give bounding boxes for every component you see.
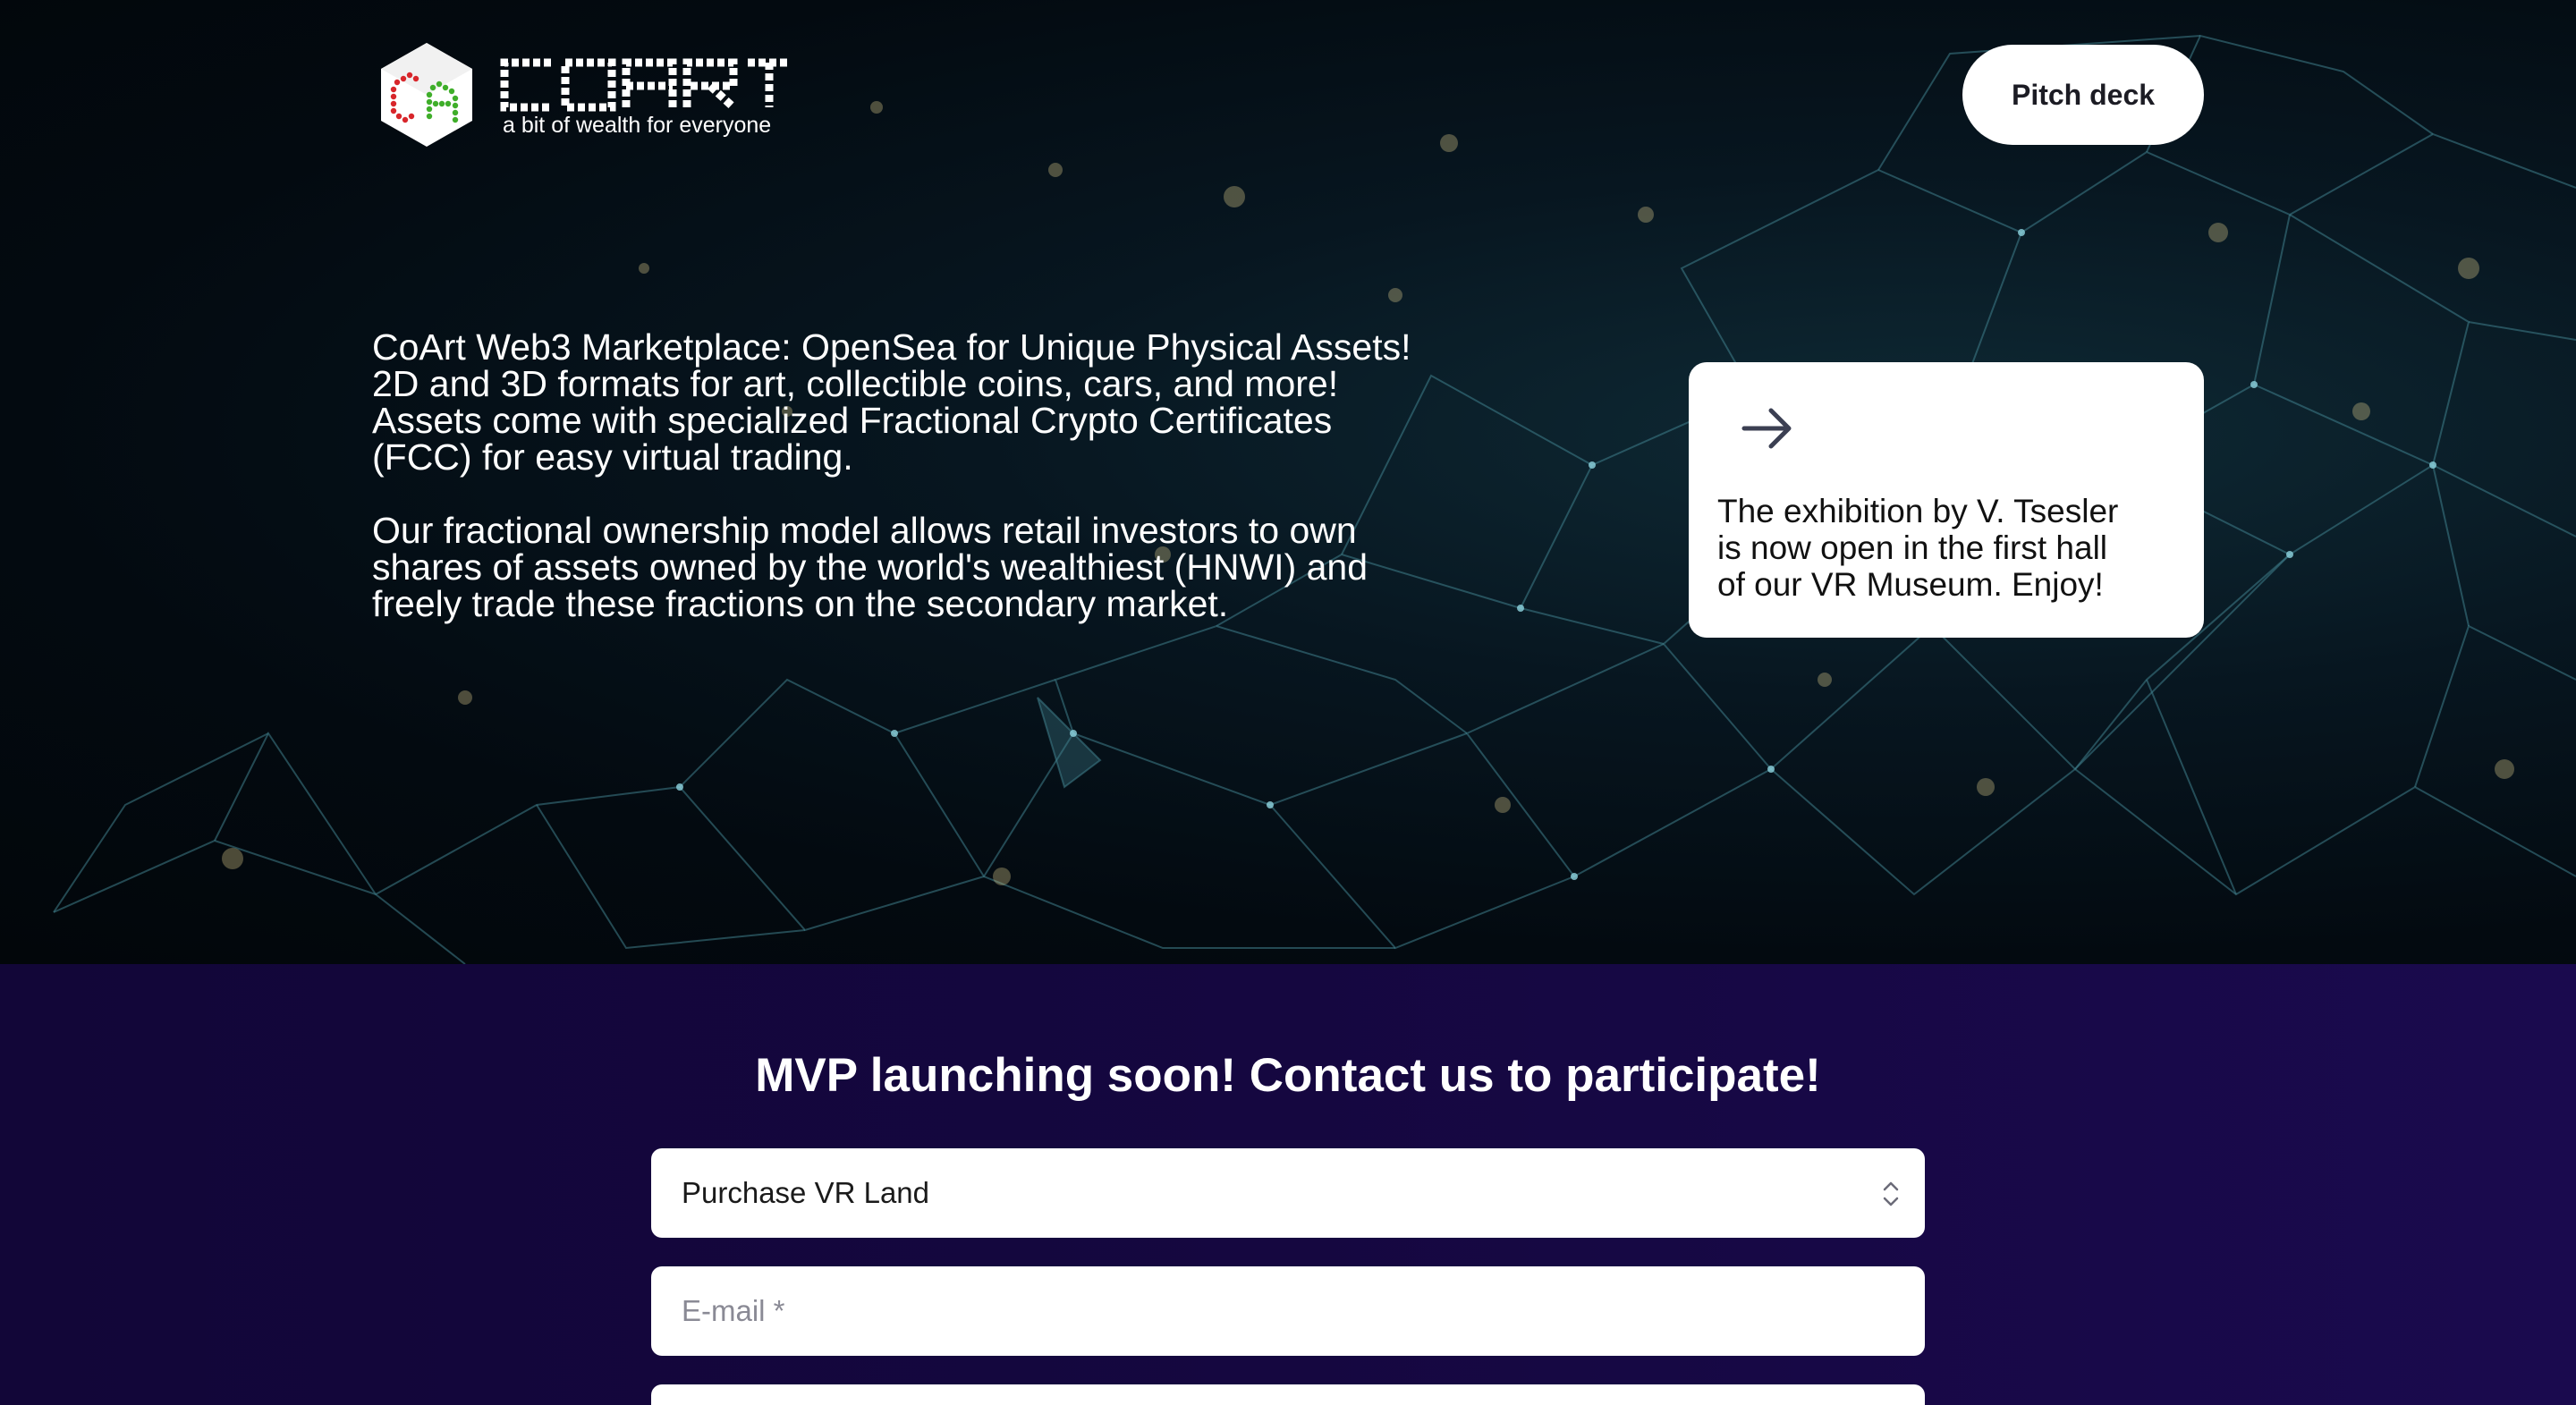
news-line: of our VR Museum. Enjoy! <box>1717 566 2104 603</box>
arrow-right-icon[interactable] <box>1739 400 1796 457</box>
news-line: is now open in the first hall <box>1717 529 2108 566</box>
interest-select-value: Purchase VR Land <box>682 1176 930 1209</box>
hero-paragraph-2: Our fractional ownership model allows re… <box>372 512 1535 622</box>
news-line: The exhibition by V. Tsesler <box>1717 493 2119 529</box>
contact-section: MVP launching soon! Contact us to partic… <box>0 964 2576 1405</box>
pitch-deck-button[interactable]: Pitch deck <box>1962 45 2204 145</box>
hero-section: a bit of wealth for everyone Pitch deck … <box>0 0 2576 964</box>
brand-tagline: a bit of wealth for everyone <box>503 113 772 138</box>
email-input[interactable] <box>651 1266 1925 1356</box>
exhibition-news-card[interactable]: The exhibition by V. Tsesler is now open… <box>1689 362 2204 638</box>
select-updown-icon <box>1883 1181 1899 1206</box>
next-form-field[interactable] <box>651 1384 1925 1405</box>
coart-wordmark <box>500 58 791 112</box>
hero-paragraph-1: CoArt Web3 Marketplace: OpenSea for Uniq… <box>372 329 1535 476</box>
hero-line: CoArt Web3 Marketplace: OpenSea for Uniq… <box>372 326 1411 368</box>
hero-line: (FCC) for easy virtual trading. <box>372 436 853 478</box>
coart-logo[interactable]: a bit of wealth for everyone <box>379 41 800 148</box>
hero-line: freely trade these fractions on the seco… <box>372 583 1229 624</box>
page: a bit of wealth for everyone Pitch deck … <box>0 0 2576 1405</box>
hero-line: 2D and 3D formats for art, collectible c… <box>372 363 1339 404</box>
hero-line: Our fractional ownership model allows re… <box>372 510 1357 551</box>
hero-line: Assets come with specialized Fractional … <box>372 400 1333 441</box>
interest-select[interactable]: Purchase VR Land <box>651 1148 1925 1238</box>
email-field-wrapper <box>651 1266 1925 1356</box>
hero-description: CoArt Web3 Marketplace: OpenSea for Uniq… <box>372 329 1535 622</box>
coart-hexagon-logo-icon <box>381 43 472 147</box>
news-card-text: The exhibition by V. Tsesler is now open… <box>1717 493 2182 603</box>
contact-title: MVP launching soon! Contact us to partic… <box>755 1049 1821 1102</box>
hero-line: shares of assets owned by the world's we… <box>372 546 1368 588</box>
